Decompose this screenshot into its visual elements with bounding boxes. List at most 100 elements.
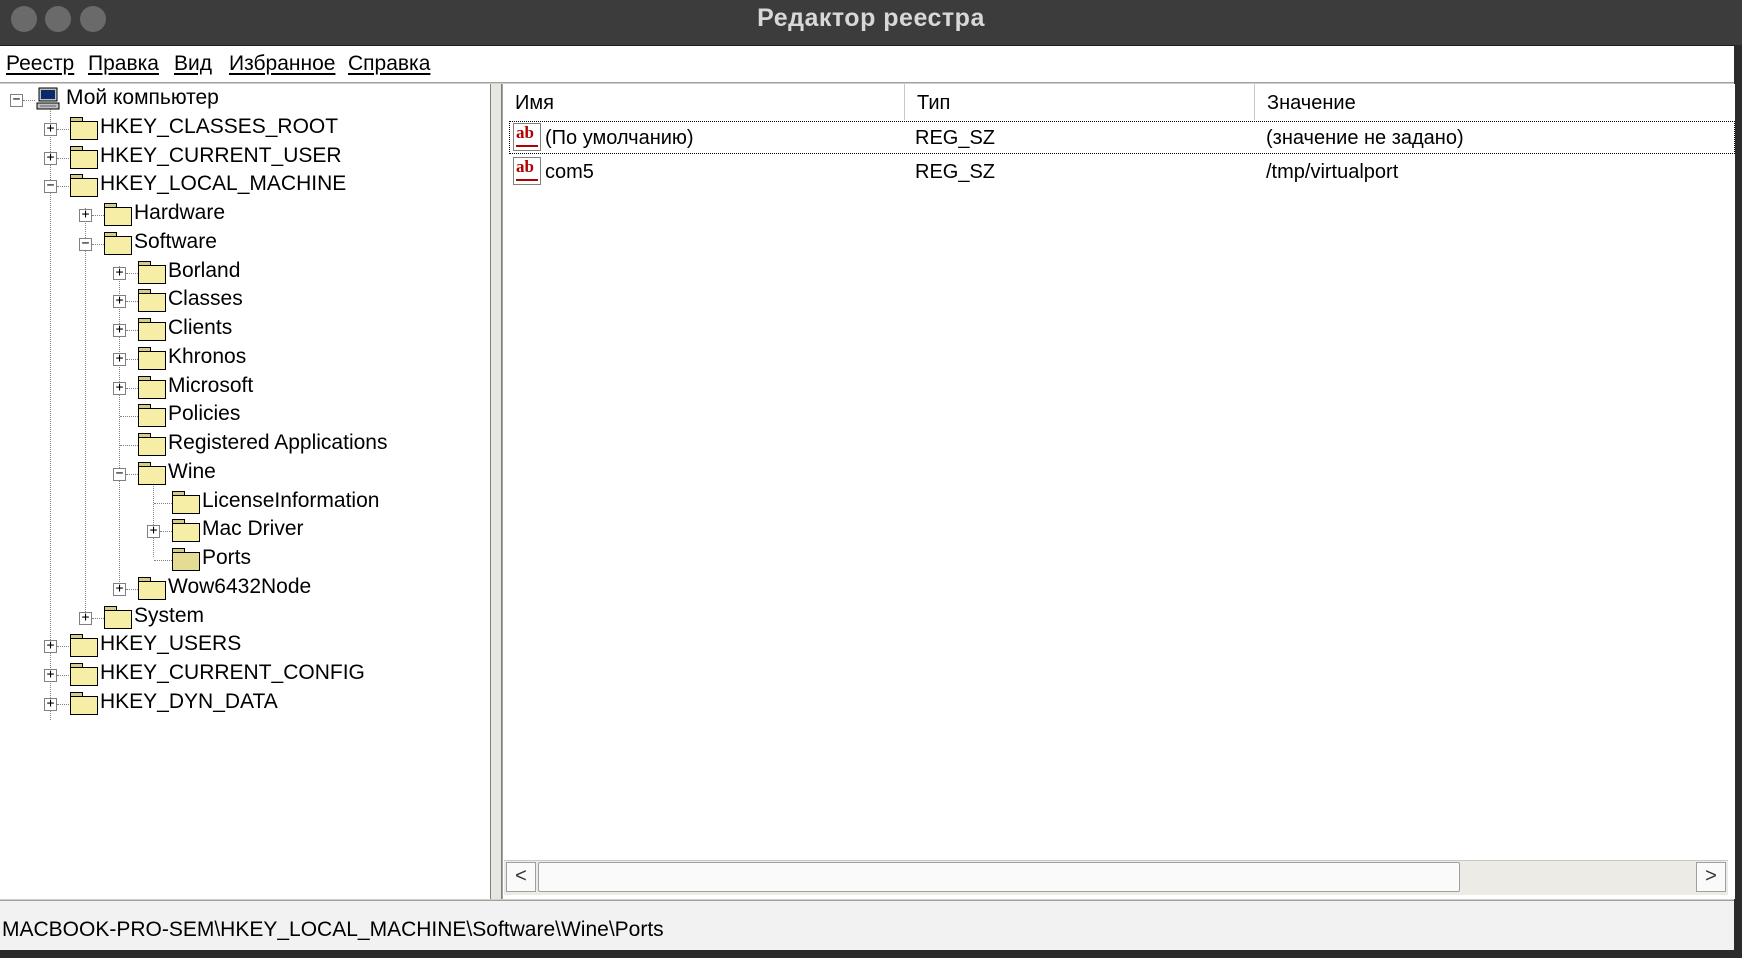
tree-item-label: HKEY_CURRENT_CONFIG: [100, 661, 365, 684]
tree-item-label: Hardware: [134, 201, 226, 224]
pane-splitter[interactable]: [491, 84, 502, 899]
tree-item-hkey-users[interactable]: + HKEY_USERS: [0, 630, 490, 662]
tree-item-hkey-current-config[interactable]: + HKEY_CURRENT_CONFIG: [0, 659, 490, 691]
collapse-icon[interactable]: −: [10, 93, 23, 107]
tree-item-label: System: [134, 604, 205, 627]
tree-item-label: LicenseInformation: [202, 489, 380, 512]
tree-item-label: Clients: [168, 316, 233, 339]
values-list[interactable]: Имя Тип Значение ab (По умолчанию) REG_S…: [502, 84, 1735, 899]
tree-item-wine[interactable]: − Wine: [0, 458, 490, 490]
expand-icon[interactable]: +: [147, 524, 160, 538]
menu-edit[interactable]: Правка: [88, 52, 159, 76]
folder-icon: [138, 404, 166, 427]
tree-item-label: Classes: [168, 287, 243, 310]
horizontal-scrollbar[interactable]: < >: [504, 860, 1728, 895]
tree-item-khronos[interactable]: + Khronos: [0, 343, 490, 375]
scroll-right-button[interactable]: >: [1696, 862, 1726, 892]
title-bar: Редактор реестра: [0, 0, 1742, 46]
string-value-icon: ab: [513, 123, 541, 151]
tree-item-label: Registered Applications: [168, 431, 388, 454]
tree-item-wow6432node[interactable]: + Wow6432Node: [0, 573, 490, 605]
tree-item-label: HKEY_USERS: [100, 632, 242, 655]
column-header-type[interactable]: Тип: [905, 84, 1255, 120]
tree-item-label: Wow6432Node: [168, 575, 312, 598]
open-folder-icon: [172, 548, 200, 571]
menu-view[interactable]: Вид: [174, 52, 212, 76]
tree-item-label: Wine: [168, 460, 216, 483]
tree-item-label: HKEY_CLASSES_ROOT: [100, 115, 339, 138]
tree-item-label: Policies: [168, 402, 241, 425]
expand-icon[interactable]: +: [113, 352, 126, 366]
tree-item-registered-applications[interactable]: Registered Applications: [0, 429, 490, 461]
expand-icon[interactable]: +: [44, 697, 57, 711]
expand-icon[interactable]: +: [113, 294, 126, 308]
column-header-name[interactable]: Имя: [503, 84, 905, 120]
expand-icon[interactable]: +: [44, 668, 57, 682]
expand-icon[interactable]: +: [113, 381, 126, 395]
status-bar: MACBOOK-PRO-SEM\HKEY_LOCAL_MACHINE\Softw…: [0, 900, 1734, 951]
folder-icon: [104, 203, 132, 226]
tree-item-classes[interactable]: + Classes: [0, 285, 490, 317]
list-row-com5[interactable]: ab com5 REG_SZ /tmp/virtualport: [509, 155, 1735, 188]
status-path: MACBOOK-PRO-SEM\HKEY_LOCAL_MACHINE\Softw…: [2, 918, 664, 941]
list-row-default[interactable]: ab (По умолчанию) REG_SZ (значение не за…: [509, 121, 1735, 154]
collapse-icon[interactable]: −: [113, 467, 126, 481]
tree-item-hardware[interactable]: + Hardware: [0, 199, 490, 231]
menu-registry[interactable]: Реестр: [6, 52, 74, 76]
scroll-left-button[interactable]: <: [506, 862, 536, 892]
scroll-thumb[interactable]: [538, 862, 1460, 892]
tree-item-label: Mac Driver: [202, 517, 304, 540]
folder-icon: [70, 634, 98, 657]
tree-item-label: Microsoft: [168, 374, 254, 397]
expand-icon[interactable]: +: [44, 639, 57, 653]
folder-icon: [70, 174, 98, 197]
expand-icon[interactable]: +: [113, 266, 126, 280]
background-window-edge: [0, 950, 1742, 958]
tree-item-mac-driver[interactable]: + Mac Driver: [0, 515, 490, 547]
menu-favorites[interactable]: Избранное: [229, 52, 335, 76]
expand-icon[interactable]: +: [79, 208, 92, 222]
folder-icon: [138, 433, 166, 456]
expand-icon[interactable]: +: [113, 323, 126, 337]
column-header-value[interactable]: Значение: [1255, 84, 1735, 120]
expand-icon[interactable]: +: [44, 122, 57, 136]
folder-icon: [172, 519, 200, 542]
tree-item-label: HKEY_LOCAL_MACHINE: [100, 172, 347, 195]
tree-item-label: Software: [134, 230, 217, 253]
value-type: REG_SZ: [915, 127, 996, 149]
tree-item-hkey-local-machine[interactable]: − HKEY_LOCAL_MACHINE: [0, 170, 490, 202]
tree-item-label: HKEY_DYN_DATA: [100, 690, 278, 713]
value-name: com5: [545, 161, 594, 183]
tree-item-my-computer[interactable]: − Мой компьютер: [0, 84, 490, 116]
folder-icon: [104, 232, 132, 255]
folder-icon: [138, 318, 166, 341]
tree-item-hkey-dyn-data[interactable]: + HKEY_DYN_DATA: [0, 688, 490, 720]
folder-icon: [70, 117, 98, 140]
folder-icon: [172, 491, 200, 514]
tree-item-label: Ports: [202, 546, 252, 569]
expand-icon[interactable]: +: [79, 611, 92, 625]
folder-icon: [104, 606, 132, 629]
value-data: (значение не задано): [1266, 127, 1464, 149]
menu-bar: Реестр Правка Вид Избранное Справка: [0, 46, 1734, 83]
value-type: REG_SZ: [915, 161, 996, 183]
background-window-edge: [1734, 45, 1742, 958]
folder-icon: [70, 663, 98, 686]
folder-icon: [138, 462, 166, 485]
tree-item-hkey-classes-root[interactable]: + HKEY_CLASSES_ROOT: [0, 113, 490, 145]
collapse-icon[interactable]: −: [44, 179, 57, 193]
tree-item-clients[interactable]: + Clients: [0, 314, 490, 346]
collapse-icon[interactable]: −: [79, 237, 92, 251]
expand-icon[interactable]: +: [44, 151, 57, 165]
tree-item-policies[interactable]: Policies: [0, 400, 490, 432]
tree-item-label: Мой компьютер: [66, 86, 219, 109]
registry-tree[interactable]: − Мой компьютер + HKEY_CLASSES_ROOT + HK…: [0, 84, 491, 899]
tree-item-label: HKEY_CURRENT_USER: [100, 144, 342, 167]
computer-icon: [36, 87, 60, 110]
expand-icon[interactable]: +: [113, 582, 126, 596]
value-name: (По умолчанию): [545, 127, 694, 149]
tree-item-software[interactable]: − Software: [0, 228, 490, 260]
value-data: /tmp/virtualport: [1266, 161, 1399, 183]
tree-item-ports[interactable]: Ports: [0, 544, 490, 576]
menu-help[interactable]: Справка: [348, 52, 430, 76]
